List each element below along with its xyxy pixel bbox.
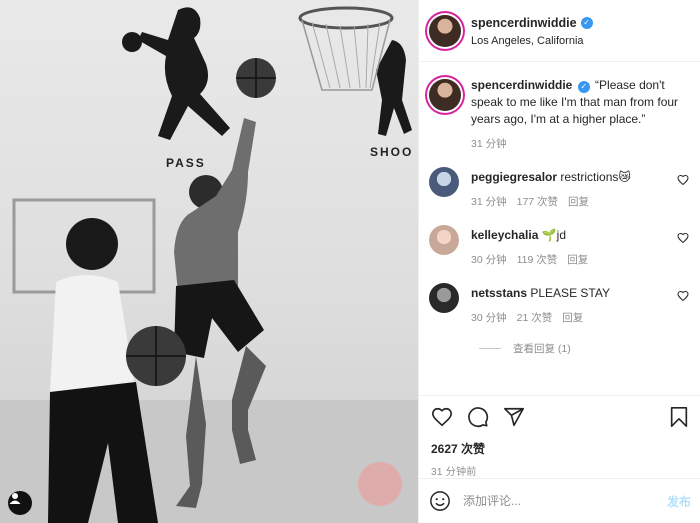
post-side-panel: spencerdinwiddie ✓ Los Angeles, Californ… <box>418 0 700 523</box>
comment-like-heart-icon[interactable] <box>677 173 689 191</box>
caption-time: 31 分钟 <box>471 138 507 150</box>
comment-input[interactable] <box>463 494 667 508</box>
verified-badge-icon: ✓ <box>580 17 593 29</box>
comment-like-heart-icon[interactable] <box>677 231 689 249</box>
view-replies-button[interactable]: 查看回复 (1) <box>479 341 691 356</box>
comment-like-heart-icon[interactable] <box>677 289 689 307</box>
author-avatar[interactable] <box>429 14 461 47</box>
comment-item: kelleychalia 🌱jd 30 分钟 119 次赞 回复 <box>429 225 691 269</box>
post-header: spencerdinwiddie ✓ Los Angeles, Californ… <box>419 0 700 62</box>
comment-username[interactable]: kelleychalia <box>471 228 538 242</box>
bookmark-icon[interactable] <box>669 406 689 428</box>
heart-icon[interactable] <box>431 406 453 428</box>
comment-time[interactable]: 30 分钟 <box>471 310 507 327</box>
comment-username[interactable]: peggiegresalor <box>471 170 557 184</box>
reply-button[interactable]: 回复 <box>562 310 583 327</box>
comment-text: 🌱jd <box>541 228 567 242</box>
author-username[interactable]: spencerdinwiddie ✓ <box>471 16 593 30</box>
user-icon[interactable] <box>8 491 32 515</box>
post-location[interactable]: Los Angeles, California <box>471 35 593 47</box>
comments-list[interactable]: spencerdinwiddie ✓ “Please don't speak t… <box>419 63 700 395</box>
author-username-text[interactable]: spencerdinwiddie <box>471 16 577 30</box>
paper-plane-icon[interactable] <box>503 406 525 428</box>
likes-count[interactable]: 2627 次赞 <box>431 440 689 457</box>
comment-icon[interactable] <box>467 406 489 428</box>
comment-text: PLEASE STAY <box>530 286 610 300</box>
post-photo[interactable]: PASS SHOO <box>0 0 418 523</box>
wall-label-pass: PASS <box>166 156 206 170</box>
comment-time[interactable]: 31 分钟 <box>471 194 507 211</box>
comment-item: netsstans PLEASE STAY 30 分钟 21 次赞 回复 <box>429 283 691 327</box>
comment-likes[interactable]: 177 次赞 <box>517 194 558 211</box>
reply-button[interactable]: 回复 <box>568 194 589 211</box>
commenter-avatar[interactable] <box>429 225 459 255</box>
smiley-icon[interactable] <box>429 490 451 512</box>
comment-text: restrictions😿 <box>560 170 631 184</box>
caption-username[interactable]: spencerdinwiddie <box>471 78 572 92</box>
comment-likes[interactable]: 21 次赞 <box>517 310 553 327</box>
basketball-scene-image <box>0 6 418 523</box>
post-timestamp[interactable]: 31 分钟前 <box>431 463 689 478</box>
comment-item: peggiegresalor restrictions😿 31 分钟 177 次… <box>429 167 691 211</box>
post-comment-button[interactable]: 发布 <box>667 493 691 510</box>
post-caption: spencerdinwiddie ✓ “Please don't speak t… <box>429 77 691 153</box>
comment-username[interactable]: netsstans <box>471 286 527 300</box>
caption-avatar[interactable] <box>429 79 461 111</box>
post-actions: 2627 次赞 31 分钟前 <box>419 395 700 478</box>
commenter-avatar[interactable] <box>429 283 459 313</box>
commenter-avatar[interactable] <box>429 167 459 197</box>
reply-button[interactable]: 回复 <box>567 252 588 269</box>
add-comment-bar: 发布 <box>419 478 700 523</box>
comment-time[interactable]: 30 分钟 <box>471 252 507 269</box>
view-replies-divider <box>479 348 501 349</box>
wall-label-shoot: SHOO <box>370 145 414 159</box>
view-replies-label[interactable]: 查看回复 (1) <box>513 341 571 356</box>
verified-badge-icon: ✓ <box>577 81 590 93</box>
comment-likes[interactable]: 119 次赞 <box>517 252 558 269</box>
